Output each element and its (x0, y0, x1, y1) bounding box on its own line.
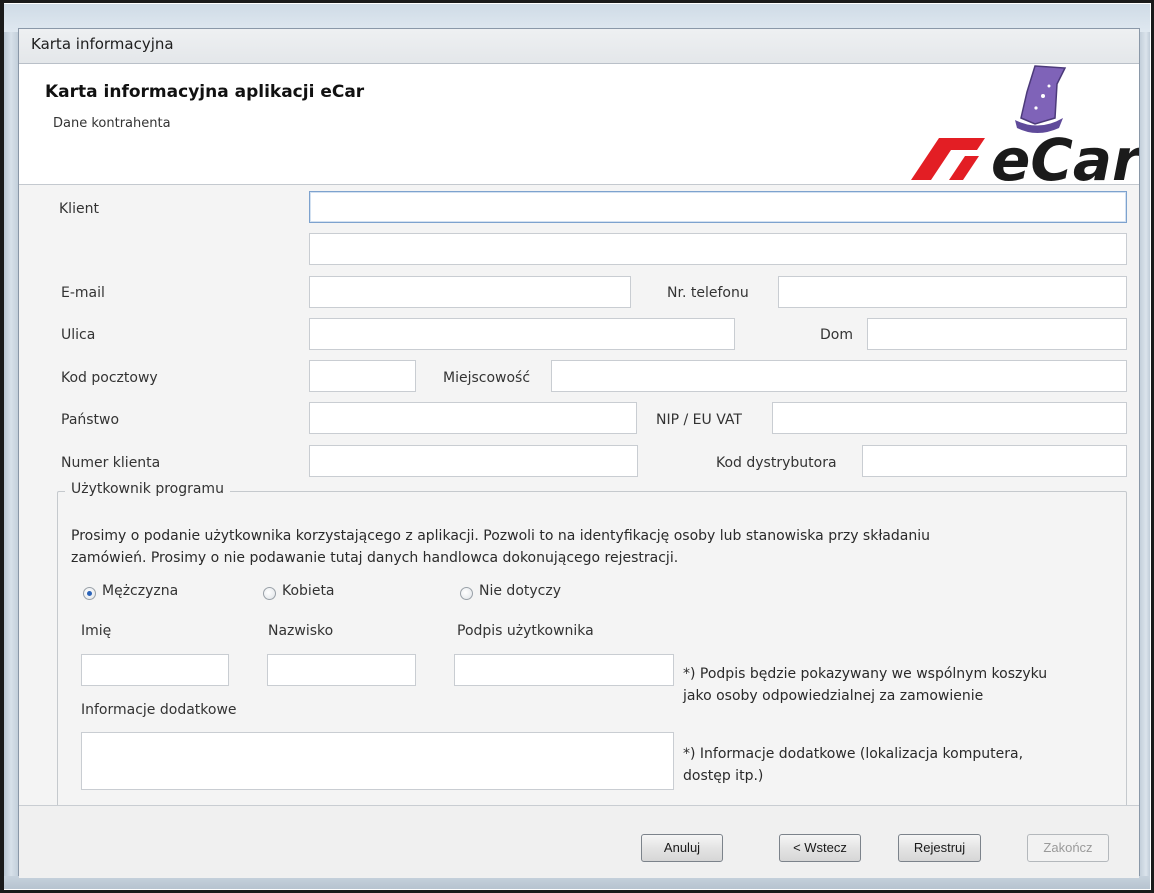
radio-mezczyzna-label[interactable]: Mężczyzna (102, 583, 178, 599)
numer-klienta-input[interactable] (309, 445, 638, 477)
window-chrome-right (1140, 4, 1150, 882)
ulica-label: Ulica (61, 327, 96, 343)
info-label: Informacje dodatkowe (81, 702, 237, 718)
register-button[interactable]: Rejestruj (898, 834, 981, 862)
klient-input[interactable] (309, 191, 1127, 223)
window-chrome-left (4, 4, 18, 882)
dom-input[interactable] (867, 318, 1127, 350)
wizard-header: Karta informacyjna aplikacji eCar Dane k… (19, 64, 1139, 185)
user-description-line-2: zamówień. Prosimy o nie podawanie tutaj … (71, 550, 679, 566)
telefon-label: Nr. telefonu (667, 285, 749, 301)
nazwisko-label: Nazwisko (268, 623, 334, 639)
info-textarea[interactable] (81, 732, 674, 790)
kod-dystrybutora-input[interactable] (862, 445, 1127, 477)
user-description-line-1: Prosimy o podanie użytkownika korzystają… (71, 528, 930, 544)
telefon-input[interactable] (778, 276, 1127, 308)
ulica-input[interactable] (309, 318, 735, 350)
panstwo-input[interactable] (309, 402, 637, 434)
info-note: *) Informacje dodatkowe (lokalizacja kom… (683, 743, 1023, 787)
email-label: E-mail (61, 285, 105, 301)
nazwisko-input[interactable] (267, 654, 416, 686)
podpis-input[interactable] (454, 654, 674, 686)
back-button[interactable]: < Wstecz (779, 834, 861, 862)
dom-label: Dom (820, 327, 853, 343)
page-title: Karta informacyjna aplikacji eCar (45, 82, 365, 102)
kod-dystrybutora-label: Kod dystrybutora (716, 455, 837, 471)
radio-nie-dotyczy-label[interactable]: Nie dotyczy (479, 583, 561, 599)
miejscowosc-input[interactable] (551, 360, 1127, 392)
numer-klienta-label: Numer klienta (61, 455, 161, 471)
user-description: Prosimy o podanie użytkownika korzystają… (71, 525, 1101, 569)
wizard-footer: Anuluj < Wstecz Rejestruj Zakończ (19, 805, 1139, 878)
kod-pocztowy-label: Kod pocztowy (61, 370, 158, 386)
imie-label: Imię (81, 623, 112, 639)
title-bar[interactable]: Karta informacyjna (19, 29, 1139, 64)
miejscowosc-label: Miejscowość (443, 370, 531, 386)
radio-nie-dotyczy[interactable] (460, 587, 473, 600)
logo-text: eCar (991, 126, 1139, 184)
imie-input[interactable] (81, 654, 229, 686)
panstwo-label: Państwo (61, 412, 120, 428)
user-group-legend: Użytkownik programu (65, 481, 230, 497)
email-input[interactable] (309, 276, 631, 308)
klient-second-line-input[interactable] (309, 233, 1127, 265)
kod-pocztowy-input[interactable] (309, 360, 416, 392)
info-note-line-1: *) Informacje dodatkowe (lokalizacja kom… (683, 746, 1024, 762)
radio-kobieta[interactable] (263, 587, 276, 600)
podpis-note: *) Podpis będzie pokazywany we wspólnym … (683, 663, 1047, 707)
podpis-label: Podpis użytkownika (457, 623, 594, 639)
finish-button[interactable]: Zakończ (1027, 834, 1109, 862)
info-note-line-2: dostęp itp.) (683, 768, 764, 784)
nip-label: NIP / EU VAT (656, 412, 742, 428)
klient-label: Klient (59, 201, 99, 217)
podpis-note-line-2: jako osoby odpowiedzialnej za zamowienie (683, 688, 984, 704)
window-title: Karta informacyjna (31, 35, 174, 53)
dialog-window: Karta informacyjna Karta informacyjna ap… (18, 28, 1140, 878)
radio-mezczyzna[interactable] (83, 587, 96, 600)
ecar-logo: eCar (911, 65, 1139, 184)
cancel-button[interactable]: Anuluj (641, 834, 723, 862)
podpis-note-line-1: *) Podpis będzie pokazywany we wspólnym … (683, 666, 1048, 682)
page-subtitle: Dane kontrahenta (53, 116, 171, 131)
nip-input[interactable] (772, 402, 1127, 434)
radio-kobieta-label[interactable]: Kobieta (282, 583, 335, 599)
form-body: Klient E-mail Nr. telefonu Ulica Dom Kod… (19, 185, 1139, 817)
